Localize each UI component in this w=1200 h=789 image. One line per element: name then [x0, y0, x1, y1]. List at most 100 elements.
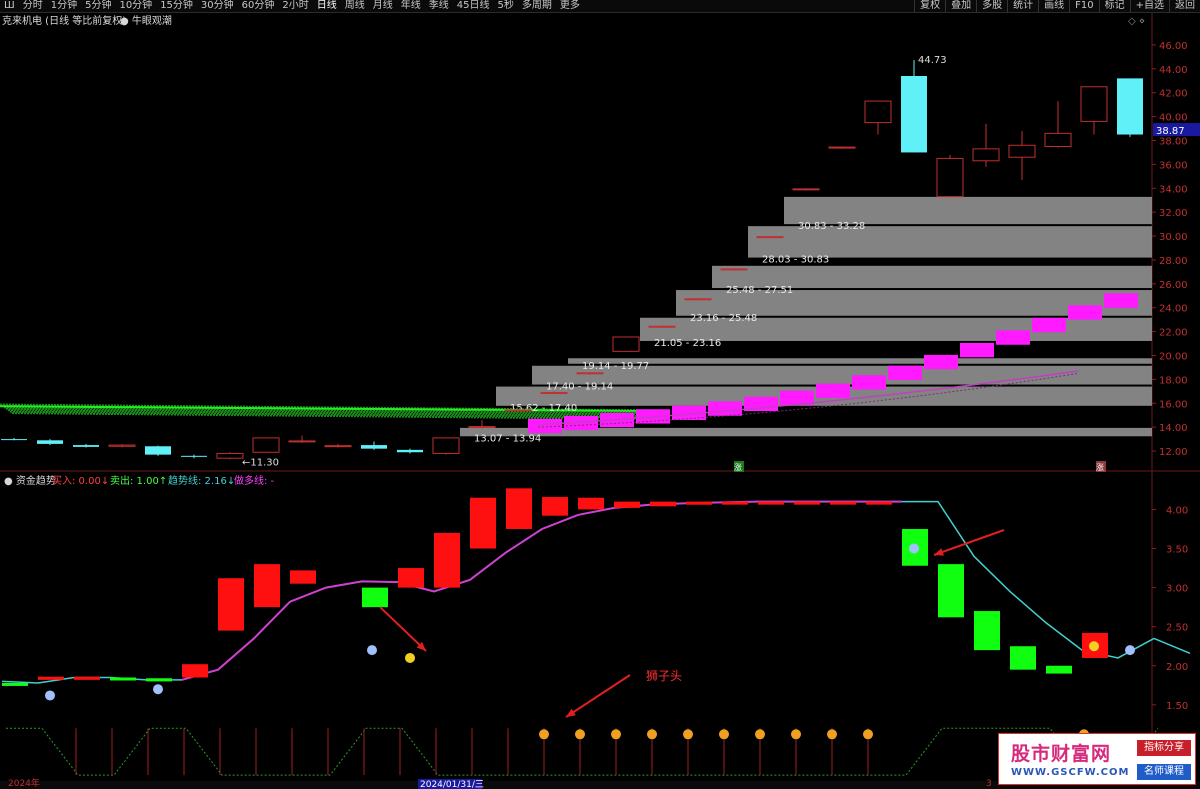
tab-period-3[interactable]: 10分钟: [115, 0, 156, 12]
stock-chart: 克来机电 (日线 等比前复权)● 牛眼观潮 ◇ ⋄ 46.00 44.00 42.00 4…: [0, 13, 1200, 789]
toolbar-button-6[interactable]: 标记: [1098, 0, 1130, 12]
flow-box: [182, 664, 208, 678]
candle-body-up: [972, 148, 1000, 162]
flow-box: [614, 501, 640, 508]
zone-label: 28.03 - 30.83: [762, 255, 829, 266]
tab-period-14[interactable]: 5秒: [494, 0, 518, 12]
layout-icon[interactable]: Ш: [0, 0, 19, 12]
candle-body-down: [37, 440, 63, 444]
toolbar-button-0[interactable]: 复权: [914, 0, 945, 12]
watermark-badge-share[interactable]: 指标分享: [1137, 740, 1191, 756]
zone-label: 30.83 - 33.28: [798, 221, 865, 232]
smiley-icon: [755, 729, 765, 740]
flow-box: [362, 587, 388, 608]
sub-header-item: 卖出: 1.00↑: [110, 474, 167, 487]
flow-box: [794, 501, 820, 505]
price-tick-label: 18.00: [1159, 375, 1188, 386]
zone-label: 13.07 - 13.94: [474, 433, 541, 444]
flow-box: [290, 570, 316, 584]
sub-header-item: 买入: 0.00↓: [52, 475, 109, 487]
flow-box: [578, 497, 604, 510]
flow-box: [2, 682, 28, 686]
magenta-block: [1032, 317, 1066, 333]
smiley-icon: [1089, 641, 1099, 652]
toolbar-button-1[interactable]: 叠加: [945, 0, 976, 12]
tab-period-15[interactable]: 多周期: [518, 0, 556, 12]
candle-body-up: [288, 440, 316, 443]
magenta-block: [888, 365, 922, 380]
tab-period-13[interactable]: 45日线: [453, 0, 494, 12]
toolbar-button-3[interactable]: 统计: [1007, 0, 1038, 12]
tab-period-9[interactable]: 周线: [341, 0, 369, 12]
date-end: 3: [986, 779, 992, 789]
smiley-icon: [539, 729, 549, 740]
toolbar-button-2[interactable]: 多股: [976, 0, 1007, 12]
flow-box: [650, 501, 676, 507]
tab-period-10[interactable]: 月线: [369, 0, 397, 12]
candle-body-up: [468, 426, 496, 429]
tab-period-16[interactable]: 更多: [556, 0, 584, 12]
smiley-icon: [405, 652, 415, 663]
price-tick-label: 28.00: [1159, 256, 1188, 267]
smiley-icon: [863, 729, 873, 740]
candle-body-down: [1, 439, 27, 441]
zone-label: 17.40 - 19.14: [546, 382, 613, 393]
flow-box: [542, 496, 568, 516]
diamond-icon: ◇ ⋄: [1128, 16, 1145, 27]
smiley-icon: [683, 729, 693, 740]
flow-box: [218, 578, 244, 631]
toolbar-button-7[interactable]: +自选: [1129, 0, 1169, 12]
period-tabs: Ш 分时 1分钟 5分钟 10分钟 15分钟 30分钟 60分钟 2小时 日线 周线 月线 年线 季线 45…: [0, 0, 584, 12]
tab-period-0[interactable]: 分时: [19, 0, 47, 12]
magenta-block: [1068, 305, 1102, 320]
tab-period-1[interactable]: 1分钟: [47, 0, 81, 12]
candle-body-down: [361, 445, 387, 449]
badge-left-text: 涨: [734, 462, 742, 472]
sub-header-item: 做多线: -: [234, 474, 275, 487]
candle-body-up: [828, 146, 856, 149]
magenta-block: [528, 418, 562, 434]
tab-period-7[interactable]: 2小时: [278, 0, 312, 12]
zone-label: 19.14 - 19.77: [582, 361, 649, 372]
candle-body-up: [792, 188, 820, 191]
low-label: ←11.30: [242, 457, 279, 468]
stock-name: 克来机电 (日线 等比前复权): [2, 14, 126, 27]
zone-label: 23.16 - 25.48: [690, 313, 757, 324]
candle-body-up: [936, 157, 964, 198]
indicator-name: ● 牛眼观潮: [120, 14, 172, 27]
watermark-badge-course[interactable]: 名师课程: [1137, 764, 1191, 780]
price-tick-label: 20.00: [1159, 352, 1188, 363]
price-tick-label: 24.00: [1159, 304, 1188, 315]
price-tick-label: 44.00: [1159, 65, 1188, 76]
toolbar-button-8[interactable]: 返回: [1169, 0, 1200, 12]
tab-period-5[interactable]: 30分钟: [197, 0, 238, 12]
tab-period-4[interactable]: 15分钟: [156, 0, 197, 12]
toolbar-actions: 复权 叠加 多股 统计 画线 F10 标记 +自选 返回: [914, 0, 1200, 12]
tab-period-12[interactable]: 季线: [425, 0, 453, 12]
price-tick-label: 22.00: [1159, 328, 1188, 339]
candle-body-down: [901, 76, 927, 153]
candle-body-up: [216, 452, 244, 459]
toolbar-button-4[interactable]: 画线: [1038, 0, 1069, 12]
tab-period-6[interactable]: 60分钟: [238, 0, 279, 12]
sad-face-icon: [1125, 645, 1135, 656]
tab-period-2[interactable]: 5分钟: [81, 0, 115, 12]
sad-face-icon: [153, 684, 163, 695]
tab-period-11[interactable]: 年线: [397, 0, 425, 12]
sub-tick-label: 2.00: [1166, 662, 1188, 673]
flow-box: [758, 501, 784, 505]
sad-face-icon: [909, 543, 919, 554]
price-tick-label: 16.00: [1159, 399, 1188, 410]
candle-body-down: [397, 449, 423, 453]
smiley-icon: [611, 729, 621, 740]
toolbar-button-5[interactable]: F10: [1069, 0, 1098, 12]
candle-body-up: [720, 268, 748, 271]
watermark-url: WWW.GSCFW.COM: [1011, 767, 1130, 778]
arrow-2: [933, 529, 1005, 556]
flow-box: [38, 676, 64, 680]
candle-body-up: [504, 409, 532, 412]
tab-period-8[interactable]: 日线: [313, 0, 341, 12]
price-tick-label: 34.00: [1159, 184, 1188, 195]
flow-box: [722, 501, 748, 505]
flow-box: [254, 564, 280, 608]
